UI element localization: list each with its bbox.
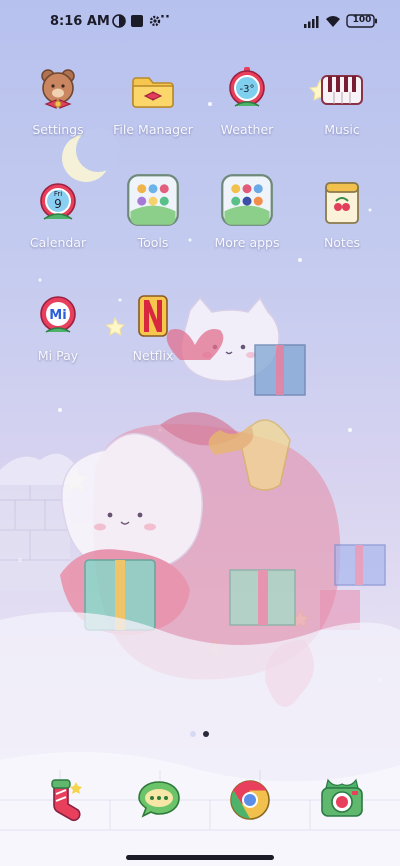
weather-temperature: -3° (240, 84, 255, 95)
battery-level: 100 (352, 15, 372, 25)
app-file-manager[interactable]: File Manager (103, 66, 203, 166)
folder-grid-icon (127, 174, 179, 226)
dock-camera[interactable] (318, 776, 366, 824)
app-settings[interactable]: Settings (8, 66, 108, 166)
status-bar: 8:16 AM ·· 100 (0, 0, 400, 44)
calendar-date: 9 (54, 197, 62, 211)
mi-pay-icon: Mi (40, 296, 76, 333)
app-label: Tools (137, 235, 169, 250)
app-label: More apps (214, 235, 280, 250)
app-label: Mi Pay (37, 348, 79, 363)
home-gesture-bar[interactable] (126, 855, 274, 860)
calendar-icon: Fri 9 (40, 183, 76, 220)
folder-icon (132, 77, 174, 108)
app-mi-pay[interactable]: Mi Mi Pay (8, 292, 108, 392)
app-label: Calendar (29, 235, 87, 250)
notes-icon (325, 182, 359, 224)
piano-keys-icon (321, 75, 363, 105)
folder-tools[interactable]: Tools (103, 174, 203, 275)
app-netflix[interactable]: Netflix (103, 292, 203, 392)
signal-icon (304, 16, 319, 28)
folder-grid-icon (221, 174, 273, 226)
mi-pay-logo: Mi (49, 308, 66, 323)
settings-bear-icon (41, 69, 75, 109)
dock-phone[interactable] (40, 776, 88, 824)
page-dot-2[interactable] (203, 731, 209, 737)
app-label: Weather (220, 122, 274, 137)
app-calendar[interactable]: Fri 9 Calendar (8, 179, 108, 279)
chrome-icon (230, 780, 270, 820)
app-label: Netflix (132, 348, 174, 363)
phone-stocking-icon (51, 779, 82, 822)
dock-chrome[interactable] (226, 776, 274, 824)
messages-bubble-icon (138, 781, 180, 818)
app-label: File Manager (113, 122, 193, 137)
netflix-icon (138, 295, 168, 337)
app-notes[interactable]: Notes (292, 179, 392, 279)
square-notification-icon (131, 15, 143, 27)
data-saver-icon (112, 14, 126, 28)
dock-messages[interactable] (135, 776, 183, 824)
folder-more-apps[interactable]: More apps (197, 174, 297, 275)
wifi-icon (326, 16, 340, 27)
app-label: Settings (32, 122, 84, 137)
weather-thermometer-icon: -3° (229, 67, 265, 107)
app-music[interactable]: Music (292, 66, 392, 166)
camera-icon (321, 778, 363, 817)
app-weather[interactable]: -3° Weather (197, 66, 297, 166)
page-dot-1[interactable] (190, 731, 196, 737)
app-label: Notes (323, 235, 361, 250)
app-label: Music (324, 122, 360, 137)
status-time: 8:16 AM (50, 14, 110, 29)
page-indicator (188, 731, 212, 739)
more-notifications-icon: ·· (160, 10, 170, 25)
